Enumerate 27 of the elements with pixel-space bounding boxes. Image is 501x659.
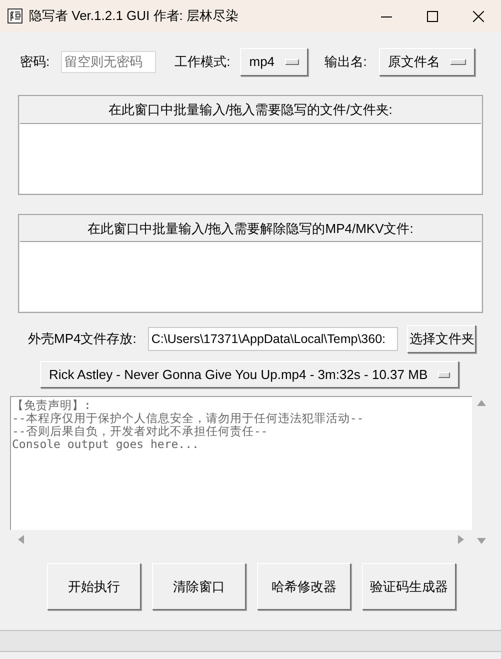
scroll-right-icon[interactable] bbox=[458, 534, 464, 544]
scroll-up-icon[interactable] bbox=[476, 400, 486, 406]
scroll-left-icon[interactable] bbox=[18, 534, 24, 544]
maximize-icon bbox=[426, 10, 438, 22]
action-button[interactable]: 清除窗口 bbox=[152, 563, 246, 610]
folder-path-field[interactable]: C:\Users\17371\AppData\Local\Temp\360: bbox=[148, 327, 398, 351]
action-button[interactable]: 哈希修改器 bbox=[257, 563, 351, 610]
scroll-down-icon[interactable] bbox=[476, 538, 486, 544]
mode-dropdown[interactable]: mp4 bbox=[240, 48, 308, 76]
drop-zone-title: 在此窗口中批量输入/拖入需要隐写的文件/文件夹: bbox=[108, 101, 394, 119]
choose-folder-button[interactable]: 选择文件夹 bbox=[407, 325, 476, 353]
drop-zone-title: 在此窗口中批量输入/拖入需要解除隐写的MP4/MKV文件: bbox=[86, 220, 414, 238]
mode-label: 工作模式: bbox=[174, 52, 230, 71]
folder-label: 外壳MP4文件存放: bbox=[28, 330, 136, 348]
close-icon bbox=[472, 10, 484, 22]
password-field[interactable]: 留空则无密码 bbox=[60, 50, 156, 72]
drop-zone-field[interactable] bbox=[20, 241, 481, 311]
console-output: 【免责声明】: --本程序仅用于保护个人信息安全，请勿用于任何违法犯罪活动-- --否则后果自负，开发者对此不承担任何责任-- Console output goes here... bbox=[10, 396, 472, 530]
video-dropdown[interactable]: Rick Astley - Never Gonna Give You Up.mp4 - 3m:32s - 10.37 MB bbox=[40, 361, 459, 388]
window-title: 隐写者 Ver.1.2.1 GUI 作者: 层林尽染 bbox=[29, 7, 240, 26]
output-name-label: 输出名: bbox=[324, 52, 367, 71]
action-button[interactable]: 验证码生成器 bbox=[362, 563, 456, 610]
app-icon bbox=[6, 8, 22, 24]
password-label: 密码: bbox=[20, 52, 50, 71]
action-button[interactable]: 开始执行 bbox=[47, 563, 141, 610]
output-name-dropdown[interactable]: 原文件名 bbox=[378, 48, 475, 76]
drop-zone-field[interactable] bbox=[20, 122, 481, 192]
